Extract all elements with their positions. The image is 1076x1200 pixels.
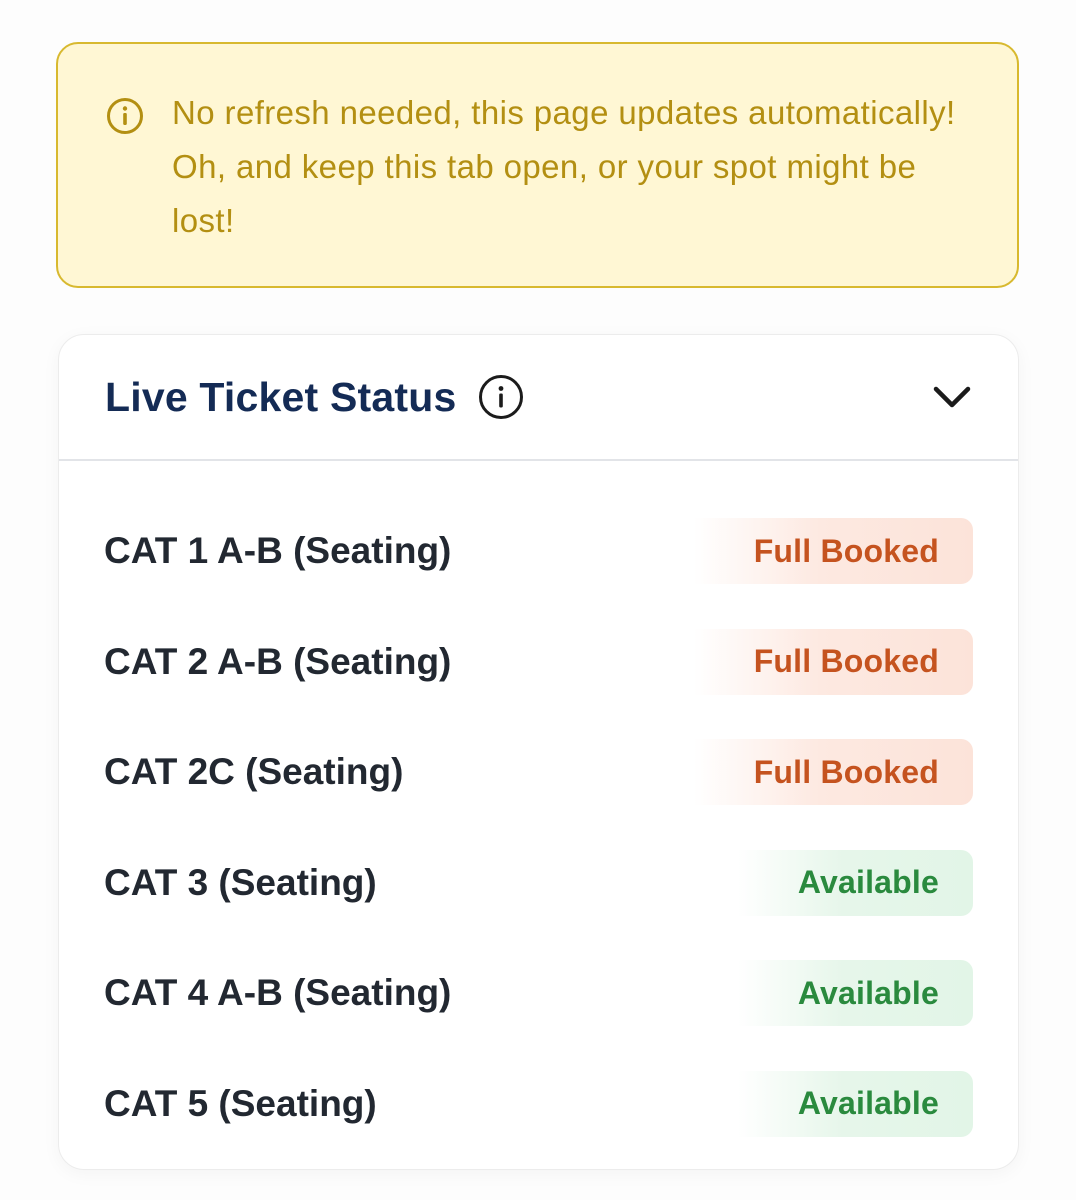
status-badge: Available [737,1070,973,1137]
info-icon[interactable] [478,374,524,420]
chevron-down-icon[interactable] [930,375,974,419]
category-label: CAT 3 (Seating) [104,861,377,903]
list-item: CAT 2C (Seating) Full Booked [59,717,1018,828]
card-title: Live Ticket Status [105,373,457,420]
category-label: CAT 2C (Seating) [104,751,404,793]
category-label: CAT 2 A-B (Seating) [104,640,452,682]
category-label: CAT 4 A-B (Seating) [104,972,452,1014]
list-item: CAT 1 A-B (Seating) Full Booked [59,496,1018,607]
ticket-category-list: CAT 1 A-B (Seating) Full Booked CAT 2 A-… [59,461,1018,1159]
status-badge: Full Booked [693,518,973,585]
info-icon [107,98,143,134]
status-badge: Available [737,960,973,1027]
notice-text: No refresh needed, this page updates aut… [172,94,956,239]
category-label: CAT 1 A-B (Seating) [104,530,452,572]
list-item: CAT 5 (Seating) Available [59,1049,1018,1160]
auto-refresh-notice: No refresh needed, this page updates aut… [56,42,1019,288]
list-item: CAT 4 A-B (Seating) Available [59,938,1018,1049]
status-badge: Full Booked [693,739,973,806]
card-header[interactable]: Live Ticket Status [59,335,1018,461]
status-badge: Full Booked [693,628,973,695]
page: No refresh needed, this page updates aut… [0,0,1076,1200]
status-badge: Available [737,849,973,916]
list-item: CAT 2 A-B (Seating) Full Booked [59,607,1018,718]
live-ticket-status-card: Live Ticket Status CAT 1 A-B (Seating) F… [58,334,1019,1170]
list-item: CAT 3 (Seating) Available [59,828,1018,939]
category-label: CAT 5 (Seating) [104,1082,377,1124]
